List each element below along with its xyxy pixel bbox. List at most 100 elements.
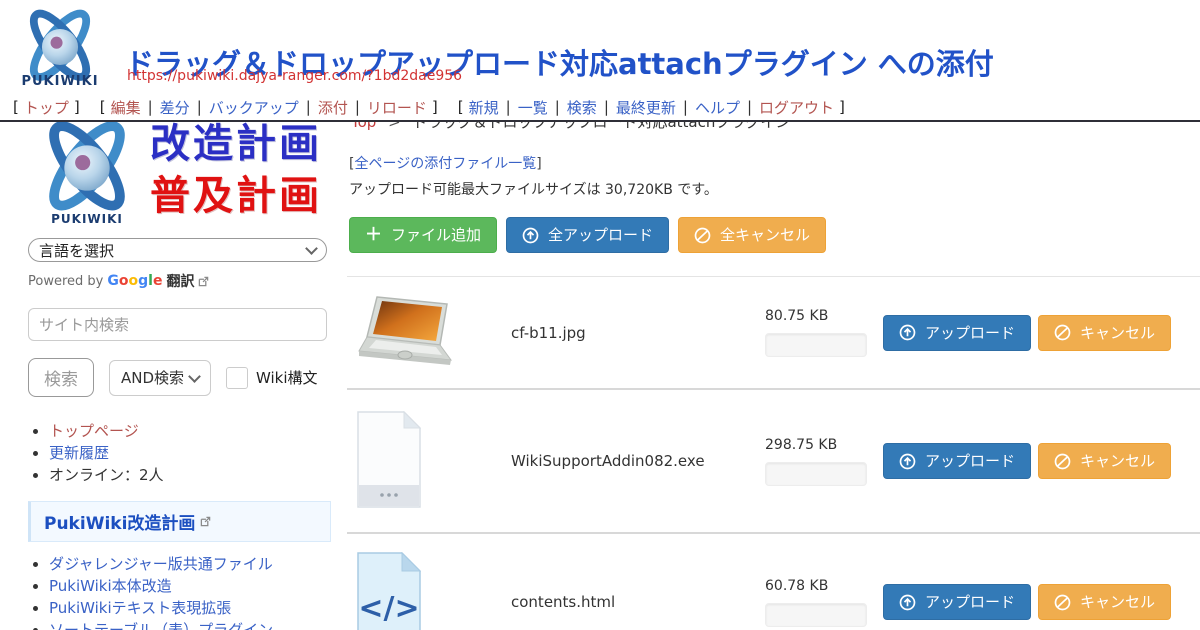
pukiwiki-attach-page: PUKIWIKI ドラッグ＆ドロップアップロード対応attachプラグイン への… [0,0,1200,630]
attach-list-line: [全ページの添付ファイル一覧] [349,153,1200,173]
nav-item-logout[interactable]: ログアウト [759,97,834,118]
nav-item-backup[interactable]: バックアップ [209,97,299,118]
online-count: オンライン：2人 [49,465,327,486]
cancel-label: キャンセル [1080,593,1155,611]
nav-item-edit[interactable]: 編集 [111,97,141,118]
bracket: [ [13,98,19,116]
main-content: Top > ドラッグ＆ドロップアップロード対応attachプラグイン [全ページ… [345,96,1200,630]
generic-file-icon [357,411,421,508]
list-item: 更新履歴 [49,443,327,464]
upload-button[interactable]: アップロード [883,315,1031,351]
add-file-label: ファイル追加 [391,226,481,244]
ban-icon [1054,324,1071,341]
chevron-down-icon [188,370,201,383]
all-attachments-link[interactable]: 全ページの添付ファイル一覧 [354,156,536,172]
upload-progress-bar [765,603,867,627]
site-search-input[interactable] [28,308,327,341]
upload-label: アップロード [925,593,1015,611]
list-item: PukiWikiテキスト表現拡張 [49,598,327,619]
upload-toolbar: ＋ ファイル追加 全アップロード 全キャンセル [349,217,1200,253]
cancel-label: キャンセル [1080,324,1155,342]
cancel-label: キャンセル [1080,452,1155,470]
cancel-all-button[interactable]: 全キャンセル [678,217,826,253]
html-file-icon: </> [357,552,421,630]
nav-item-attach[interactable]: 添付 [318,97,348,118]
sidebar-item-text-ext[interactable]: PukiWikiテキスト表現拡張 [49,599,231,617]
cancel-button[interactable]: キャンセル [1038,315,1171,351]
external-link-icon [200,516,211,527]
list-item: ソートテーブル（表）プラグイン [49,620,327,630]
separator: | [306,98,311,116]
sidebar-item-history[interactable]: 更新履歴 [49,444,109,462]
separator: | [148,98,153,116]
nav-group-page: [ 編集 | 差分 | バックアップ | 添付 | リロード ] [95,97,443,118]
file-size: 80.75 KB [765,308,883,324]
sidebar-item-toppage[interactable]: トップページ [49,422,139,440]
sidebar-item-common-files[interactable]: ダジャレンジャー版共通ファイル [49,555,273,573]
cancel-button[interactable]: キャンセル [1038,584,1171,620]
page-url-link[interactable]: https://pukiwiki.dajya-ranger.com/?1bd2d… [127,68,462,84]
external-link-icon [198,276,209,287]
sidebar-banner[interactable]: PUKIWIKI 改造計画 普及計画 [28,114,327,226]
arrow-circle-up-icon [899,324,916,341]
translate-link[interactable]: 翻訳 [166,271,194,291]
top-navbar: [ トップ ] [ 編集 | 差分 | バックアップ | 添付 | リロード ]… [0,94,1200,122]
arrow-circle-up-icon [899,453,916,470]
file-thumbnail-generic [347,411,499,512]
translate-credit: Powered by Google 翻訳 [28,271,327,291]
arrow-circle-up-icon [522,227,539,244]
upload-progress-bar [765,462,867,486]
file-size-block: 298.75 KB [751,437,883,486]
file-row: </> contents.html 60.78 KB アップロード [347,534,1200,630]
upload-button[interactable]: アップロード [883,443,1031,479]
ban-icon [1054,453,1071,470]
wiki-syntax-checkbox[interactable] [226,367,248,389]
nav-item-help[interactable]: ヘルプ [695,97,740,118]
file-size-block: 80.75 KB [751,308,883,357]
search-controls: 検索 AND検索 Wiki構文 [28,358,327,397]
file-name: WikiSupportAddin082.exe [499,452,751,470]
nav-item-diff[interactable]: 差分 [160,97,190,118]
add-file-button[interactable]: ＋ ファイル追加 [349,217,497,253]
file-row: WikiSupportAddin082.exe 298.75 KB アップロード… [347,390,1200,534]
separator: | [555,98,560,116]
bracket: ] [839,98,845,116]
search-button[interactable]: 検索 [28,358,94,397]
language-select[interactable]: 言語を選択 [28,238,327,262]
separator: | [355,98,360,116]
sidebar: PUKIWIKI 改造計画 普及計画 言語を選択 Powered by Goog… [0,96,345,630]
nav-item-list[interactable]: 一覧 [518,97,548,118]
search-mode-select[interactable]: AND検索 [109,360,211,396]
nav-item-search[interactable]: 検索 [567,97,597,118]
file-size: 60.78 KB [765,578,883,594]
sidebar-section-link[interactable]: PukiWiki改造計画 [44,509,195,534]
nav-item-recent[interactable]: 最終更新 [616,97,676,118]
nav-group-top: [ トップ ] [8,97,85,118]
max-size-text: アップロード可能最大ファイルサイズは 30,720KB です。 [349,179,1200,199]
sidebar-item-core-mod[interactable]: PukiWiki本体改造 [49,577,172,595]
site-logo[interactable]: PUKIWIKI [12,4,108,89]
header: PUKIWIKI ドラッグ＆ドロップアップロード対応attachプラグイン への… [0,0,1200,96]
upload-progress-bar [765,333,867,357]
file-actions: アップロード キャンセル [883,315,1171,351]
upload-label: アップロード [925,452,1015,470]
nav-item-new[interactable]: 新規 [469,97,499,118]
banner-line-fukyu: 普及計画 [150,170,322,222]
upload-all-button[interactable]: 全アップロード [506,217,669,253]
cancel-button[interactable]: キャンセル [1038,443,1171,479]
search-mode-value: AND検索 [121,367,184,388]
separator: | [197,98,202,116]
bracket: ] [74,98,80,116]
nav-item-reload[interactable]: リロード [367,97,427,118]
upload-button[interactable]: アップロード [883,584,1031,620]
file-row: cf-b11.jpg 80.75 KB アップロード キャンセル [347,277,1200,390]
ban-icon [1054,594,1071,611]
banner-text: 改造計画 普及計画 [150,118,322,222]
banner-logo: PUKIWIKI [28,114,146,226]
language-select-value: 言語を選択 [39,240,114,261]
google-logo: Google [107,273,162,289]
file-actions: アップロード キャンセル [883,584,1171,620]
sidebar-item-sort-table[interactable]: ソートテーブル（表）プラグイン [49,621,273,630]
nav-item-top[interactable]: トップ [24,97,69,118]
powered-by-label: Powered by [28,274,103,289]
